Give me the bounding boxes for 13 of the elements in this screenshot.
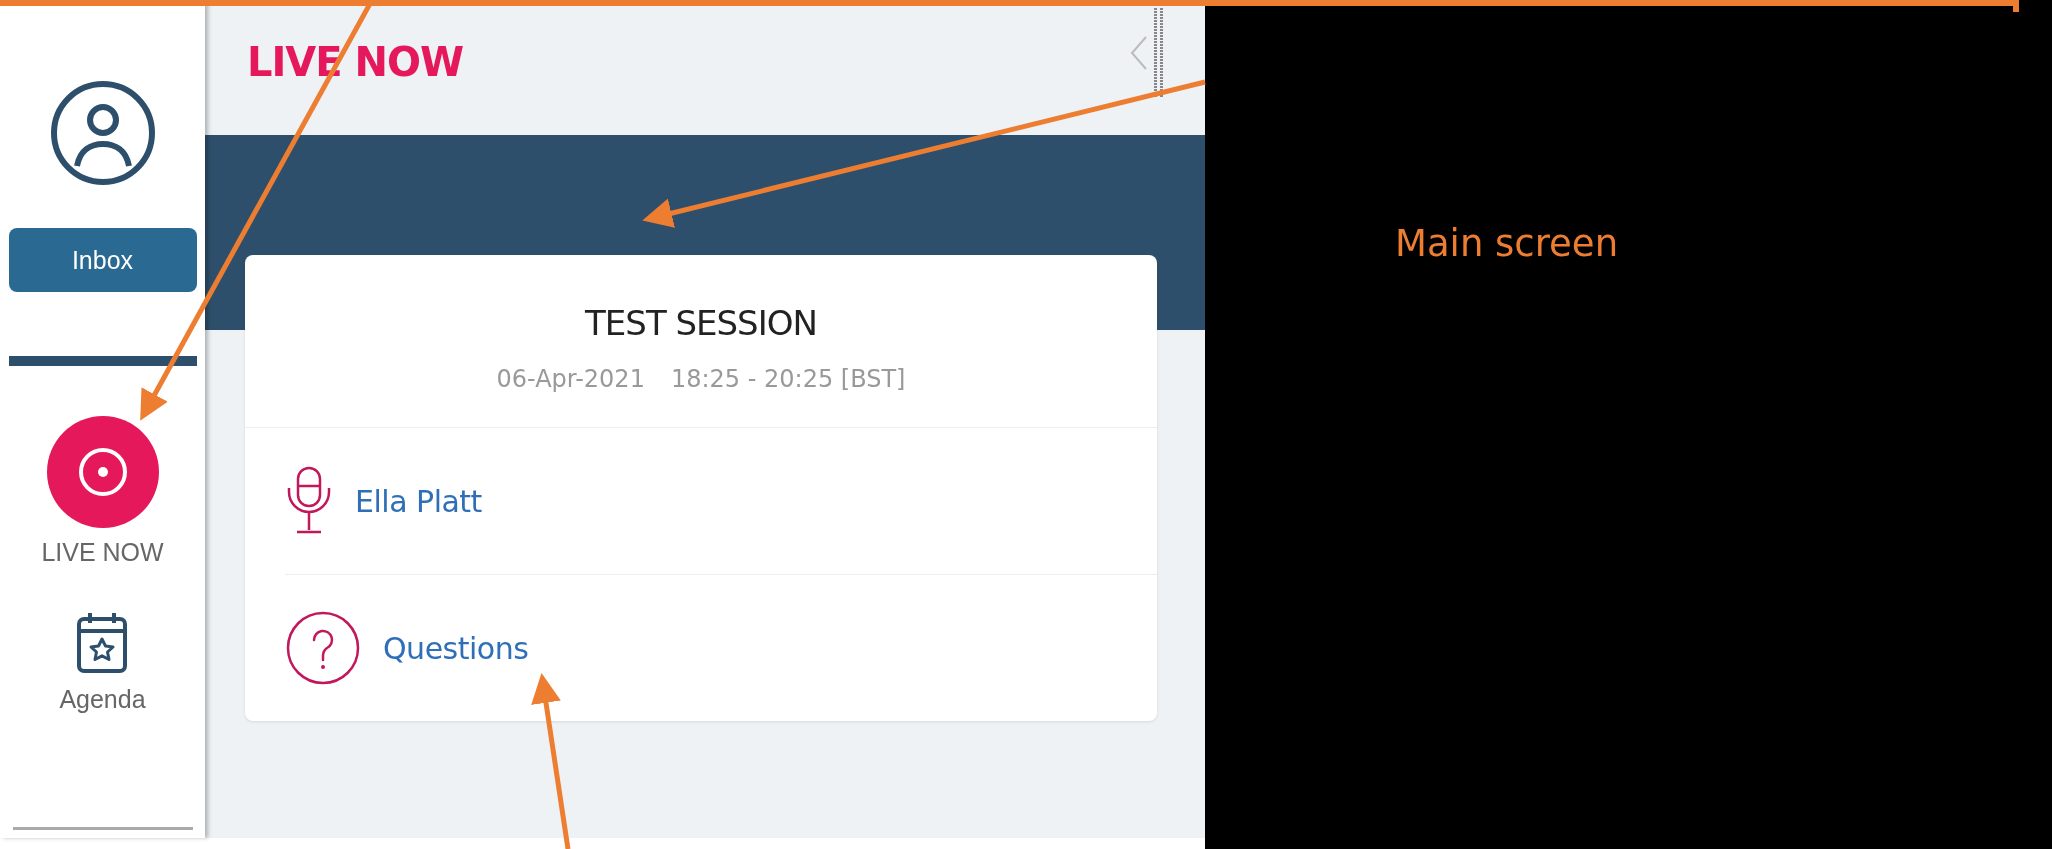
questions-link[interactable]: Questions [383, 630, 529, 666]
question-circle-icon [285, 610, 361, 686]
profile-avatar-icon[interactable] [49, 80, 156, 186]
speaker-link[interactable]: Ella Platt [355, 483, 482, 519]
inbox-button[interactable]: Inbox [8, 228, 197, 292]
drag-handle-icon[interactable] [1153, 7, 1165, 98]
main-screen-label: Main screen [1395, 222, 1619, 265]
session-time: 18:25 - 20:25 [BST] [670, 365, 906, 393]
session-title: TEST SESSION [585, 303, 817, 343]
nav-item[interactable]: Agenda [59, 611, 146, 714]
microphone-icon [285, 466, 333, 536]
session-date: 06-Apr-2021 [496, 365, 645, 393]
nav-item[interactable]: LIVE NOW [41, 416, 164, 567]
